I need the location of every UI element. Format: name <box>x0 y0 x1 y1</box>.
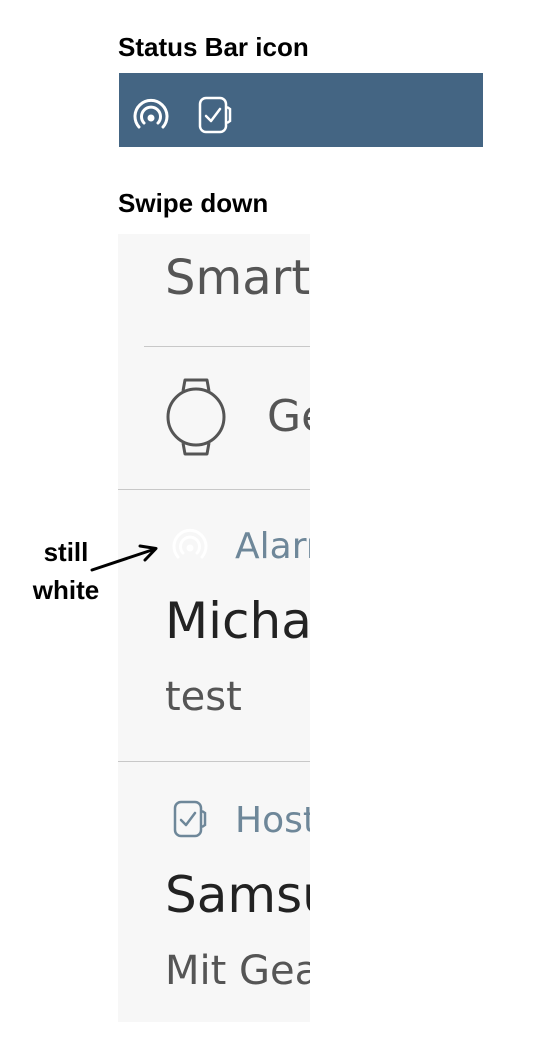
broadcast-icon <box>172 528 208 559</box>
notification-app-name: Host <box>235 800 310 841</box>
app-title: SmartT <box>165 250 310 306</box>
annotation-arrow <box>90 544 158 572</box>
notification-shade: SmartT Ge Alarm Micha test <box>118 234 310 1022</box>
notification-alarm[interactable]: Alarm Micha test <box>118 490 310 761</box>
notification-app-name: Alarm <box>235 526 310 567</box>
watch-icon <box>198 96 232 134</box>
notification-body: test <box>165 674 242 720</box>
swipe-down-heading: Swipe down <box>118 188 269 218</box>
status-bar <box>119 73 483 147</box>
broadcast-icon <box>133 98 169 129</box>
notification-host[interactable]: Host Samsu Mit Gea <box>118 762 310 1022</box>
device-label: Ge <box>267 391 310 442</box>
round-watch-icon <box>166 378 226 456</box>
notification-title: Samsu <box>165 866 310 924</box>
notification-title: Micha <box>165 592 310 650</box>
watch-icon <box>173 800 207 838</box>
device-row[interactable]: Ge <box>118 347 310 489</box>
screenshot-page: Status Bar icon Swipe down SmartT Ge <box>0 0 542 1040</box>
notification-body: Mit Gea <box>165 948 310 994</box>
status-bar-heading: Status Bar icon <box>118 32 309 62</box>
